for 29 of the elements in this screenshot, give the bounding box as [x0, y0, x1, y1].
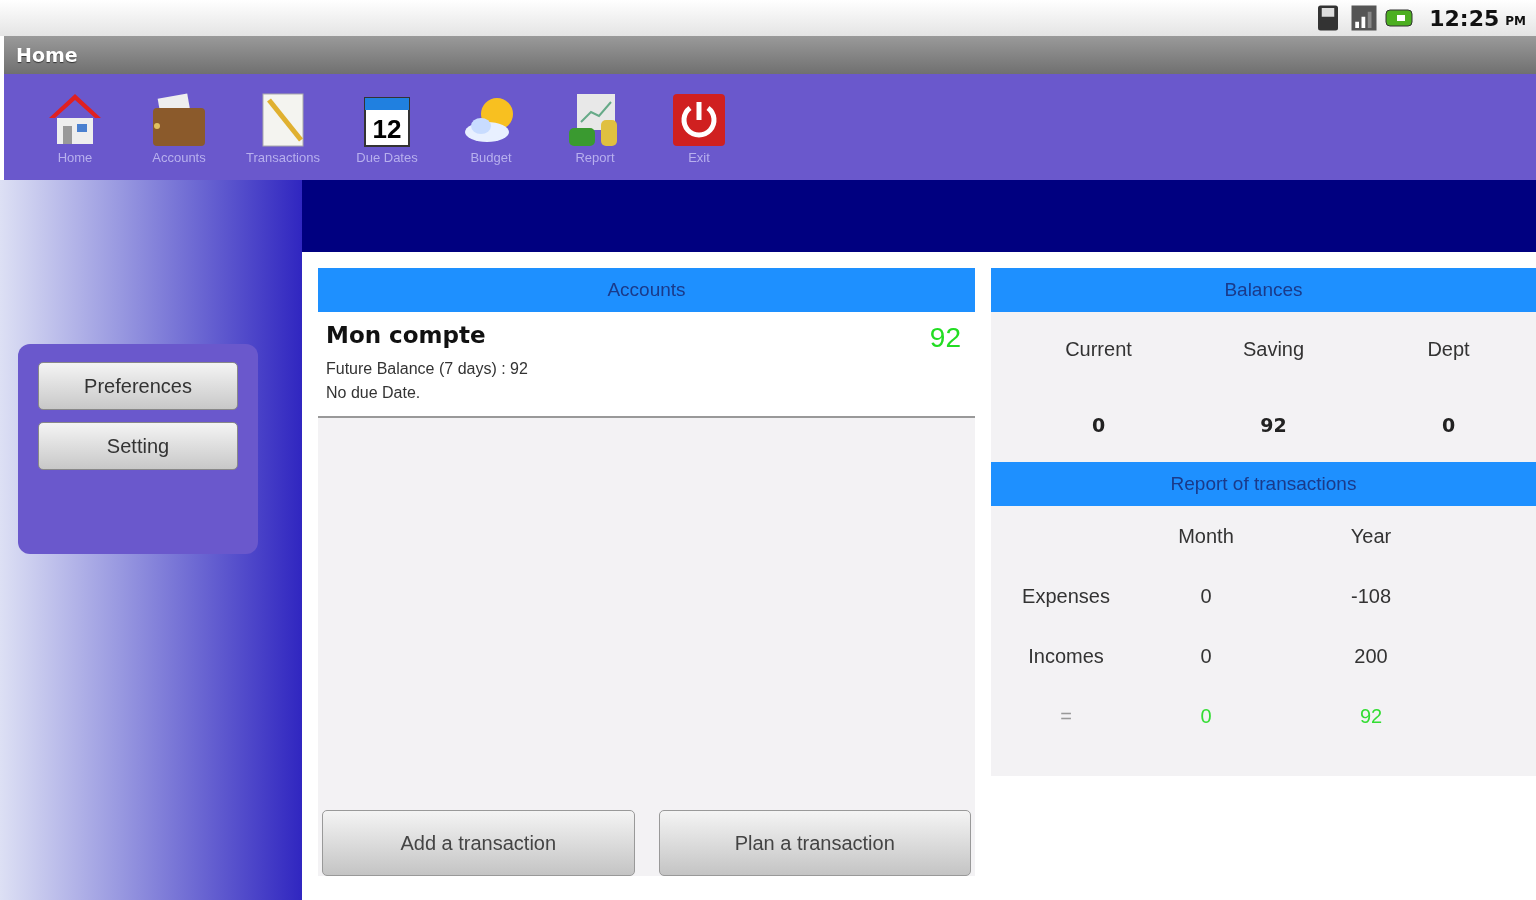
balance-value: 0	[1091, 413, 1106, 436]
clock-period: PM	[1505, 14, 1526, 28]
row-label: Expenses	[1022, 584, 1110, 608]
table-cell: 200	[1354, 644, 1388, 668]
balance-value: 92	[1260, 413, 1287, 436]
table-cell: -108	[1351, 584, 1391, 608]
balance-value: 0	[1441, 413, 1456, 436]
row-label: Incomes	[1028, 644, 1104, 668]
table-cell: 0	[1200, 584, 1212, 608]
menu-button[interactable]: Setting	[38, 422, 238, 470]
window-title: Home	[16, 44, 78, 66]
action-button[interactable]: Add a transaction	[322, 810, 635, 876]
clock-time: 12:25	[1429, 5, 1500, 31]
panel-title: Accounts	[607, 279, 686, 301]
column-heading: Year	[1350, 524, 1392, 548]
table-cell: 0	[1200, 704, 1212, 728]
column-heading: Saving	[1242, 338, 1305, 362]
panel-title: Report of transactions	[1170, 473, 1357, 495]
column-heading: Current	[1065, 338, 1132, 362]
row-label: =	[1060, 704, 1072, 728]
panel-title: Balances	[1224, 279, 1303, 301]
signal-icon	[1349, 3, 1380, 33]
action-button[interactable]: Plan a transaction	[658, 810, 971, 876]
column-heading: Month	[1178, 524, 1234, 548]
table-cell: 92	[1359, 704, 1383, 728]
menu-button[interactable]: Preferences	[38, 362, 238, 410]
column-heading: Dept	[1427, 338, 1470, 362]
table-cell: 0	[1200, 644, 1212, 668]
toolbar-button[interactable]: 12 Due Dates	[336, 89, 438, 165]
